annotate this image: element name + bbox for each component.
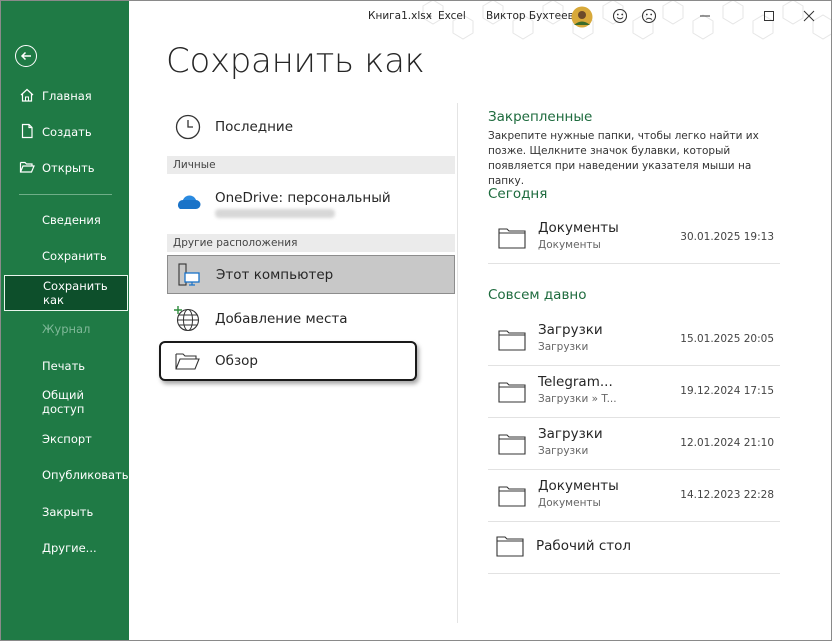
sidebar-item-label: Опубликовать [42,468,129,482]
today-header: Сегодня [488,186,548,202]
folder-row[interactable]: Загрузки Загрузки 12.01.2024 21:10 [488,418,780,470]
sidebar-item-publish[interactable]: Опубликовать [1,457,129,493]
folder-row[interactable]: Загрузки Загрузки 15.01.2025 20:05 [488,314,780,366]
sidebar-item-save-as[interactable]: Сохранить как [4,275,128,311]
folder-icon [498,228,526,249]
section-header-personal: Личные [167,156,455,174]
folder-date: 30.01.2025 19:13 [680,231,774,243]
globe-add-icon [174,306,200,332]
sidebar-divider [19,194,112,195]
folder-icon [496,536,524,557]
sidebar-item-label: Сохранить как [43,279,108,307]
pane-divider [457,103,458,623]
sidebar-item-home[interactable]: Главная [1,78,129,114]
location-recent[interactable]: Последние [167,108,455,146]
folder-name: Загрузки [538,322,603,338]
row-divider [488,573,780,574]
folder-date: 19.12.2024 17:15 [680,385,774,397]
user-name[interactable]: Виктор Бухтеев [486,10,574,22]
page-title: Сохранить как [166,41,425,81]
location-label: Этот компьютер [216,266,334,283]
sidebar-item-label: Сведения [42,213,101,227]
minimize-icon[interactable] [695,8,715,24]
backstage-sidebar: Главная Создать Открыть Сведения Сохрани… [1,1,129,640]
sidebar-item-history: Журнал [1,311,129,347]
sidebar-item-new[interactable]: Создать [1,114,129,150]
sidebar-item-print[interactable]: Печать [1,348,129,384]
sidebar-item-label: Другие... [42,541,97,555]
sidebar-item-more[interactable]: Другие... [1,530,129,566]
sidebar-item-label: Открыть [42,161,95,175]
sidebar-item-label: Журнал [42,322,91,336]
folder-icon [498,486,526,507]
folder-name: Рабочий стол [536,538,631,554]
document-name: Книга1.xlsx [368,10,432,22]
new-document-icon [21,123,33,139]
sidebar-item-save[interactable]: Сохранить [1,238,129,274]
folder-date: 12.01.2024 21:10 [680,437,774,449]
sidebar-item-label: Закрыть [42,505,94,519]
folder-path: Документы [538,497,601,509]
sidebar-item-label: Печать [42,359,86,373]
onedrive-cloud-icon [178,195,201,209]
sidebar-item-close[interactable]: Закрыть [1,494,129,530]
location-label: Добавление места [215,311,348,327]
maximize-icon[interactable] [759,8,779,24]
folder-path: Загрузки [538,341,589,353]
browse-highlight-frame [159,341,417,381]
folder-path: Загрузки » T... [538,393,617,405]
back-arrow-icon[interactable] [15,45,37,67]
pinned-header: Закрепленные [488,109,593,125]
folder-row[interactable]: Документы Документы 14.12.2023 22:28 [488,470,780,522]
sidebar-item-label: Экспорт [42,432,92,446]
folder-path: Загрузки [538,445,589,457]
folder-name: Telegram... [538,374,613,390]
folder-icon [498,330,526,351]
computer-icon [178,263,200,286]
sidebar-item-label: Главная [42,89,92,103]
frown-feedback-icon[interactable] [639,8,659,24]
location-label: OneDrive: персональный [215,190,391,206]
sidebar-item-export[interactable]: Экспорт [1,421,129,457]
folder-icon [498,382,526,403]
folder-name: Загрузки [538,426,603,442]
pinned-description: Закрепите нужные папки, чтобы легко найт… [488,130,759,187]
sidebar-item-share[interactable]: Общий доступ [1,384,129,420]
older-header: Совсем давно [488,287,587,303]
excel-backstage-window: Главная Создать Открыть Сведения Сохрани… [0,0,832,641]
sidebar-item-label: Общий доступ [42,388,85,416]
avatar[interactable] [570,5,594,29]
sidebar-item-label: Сохранить [42,249,107,263]
title-separator: - [428,10,432,22]
sidebar-item-info[interactable]: Сведения [1,202,129,238]
app-name: Excel [438,10,466,22]
folder-row[interactable]: Telegram... Загрузки » T... 19.12.2024 1… [488,366,780,418]
folder-row[interactable]: Документы Документы 30.01.2025 19:13 [488,212,780,264]
smile-feedback-icon[interactable] [610,8,630,24]
title-bar: Книга1.xlsx - Excel Виктор Бухтеев [129,1,831,40]
folder-icon [498,434,526,455]
sidebar-item-label: Создать [42,125,92,139]
location-this-pc[interactable]: Этот компьютер [167,255,455,294]
folder-name: Документы [538,220,619,236]
close-icon[interactable] [799,8,819,24]
folder-date: 15.01.2025 20:05 [680,333,774,345]
folder-name: Документы [538,478,619,494]
location-onedrive[interactable]: OneDrive: персональный [167,181,455,225]
clock-icon [175,114,201,140]
open-folder-icon [19,161,35,173]
sidebar-item-open[interactable]: Открыть [1,150,129,186]
location-add-place[interactable]: Добавление места [167,299,455,339]
folder-path: Документы [538,239,601,251]
home-icon [20,88,34,102]
section-header-other: Другие расположения [167,234,455,252]
row-divider [488,263,780,264]
folder-row[interactable]: Рабочий стол [488,522,780,574]
folder-date: 14.12.2023 22:28 [680,489,774,501]
blurred-account-email [215,209,335,218]
location-label: Последние [215,119,294,135]
